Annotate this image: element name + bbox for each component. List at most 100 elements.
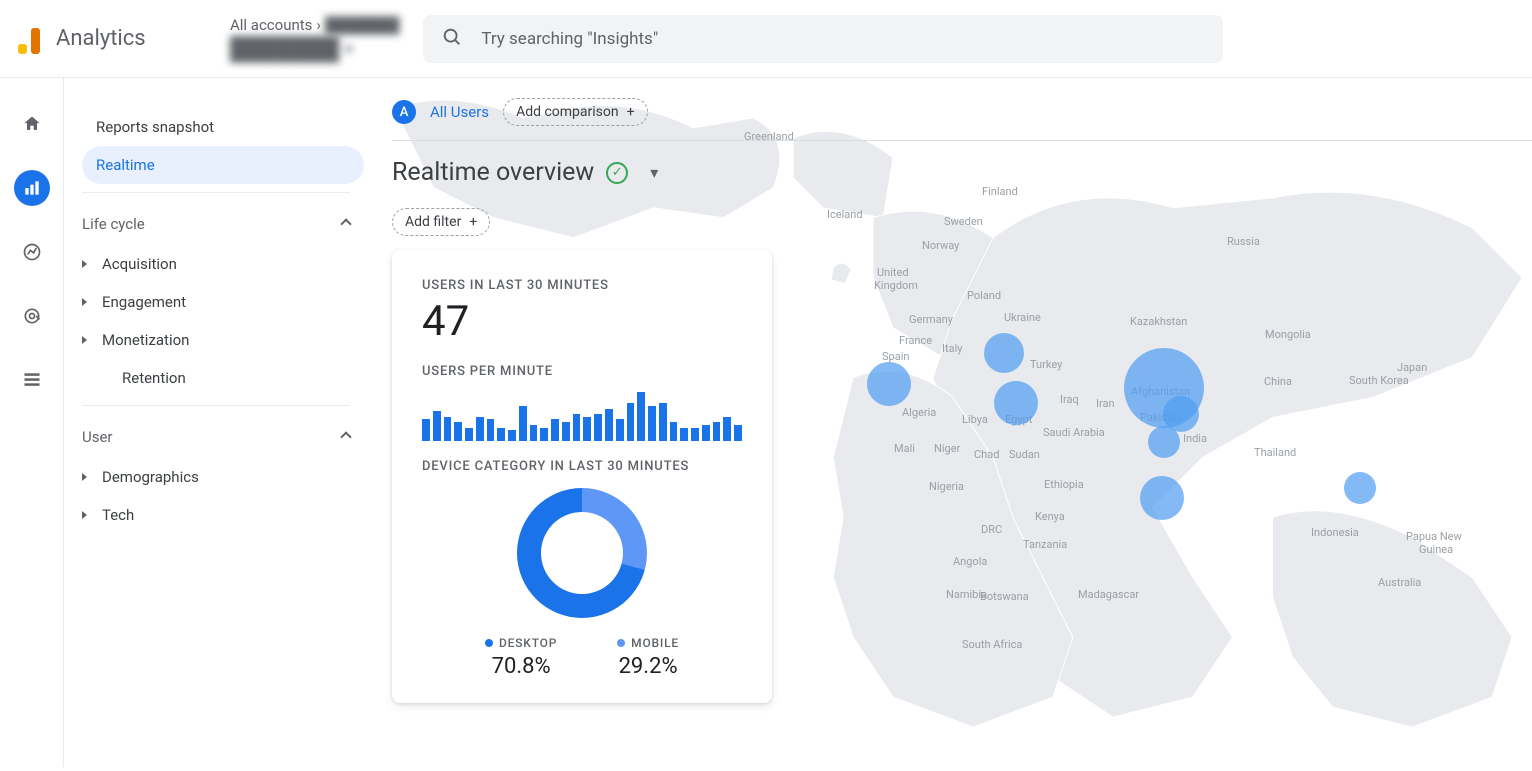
bar [680,428,688,442]
caret-right-icon [82,298,90,306]
bar [594,414,602,441]
rail-home-icon[interactable] [14,106,50,142]
breadcrumb[interactable]: All accounts › ███████ ███████ ▾ [230,16,399,62]
bar [508,430,516,441]
add-filter-button[interactable]: Add filter + [392,208,490,236]
map-country-label: Ukraine [1004,311,1041,324]
nav-retention[interactable]: Retention [82,359,364,397]
logo-section[interactable]: Analytics [16,24,206,54]
breadcrumb-property-blurred: ███████ [230,36,339,62]
bar [476,417,484,441]
nav-section-label: Life cycle [82,215,145,233]
bar [444,417,452,441]
add-comparison-button[interactable]: Add comparison + [503,98,648,126]
map-activity-bubble[interactable] [984,333,1024,373]
bar [454,422,462,441]
title-dropdown-button[interactable]: ▾ [640,159,668,186]
segment-all-users[interactable]: All Users [430,103,489,121]
bar [583,417,591,441]
breadcrumb-all-accounts: All accounts [230,16,312,34]
side-nav: Reports snapshot Realtime Life cycle Acq… [64,78,374,767]
map-country-label: Chad [974,448,999,461]
bar [637,392,645,441]
bar [487,419,495,441]
rail-explore-icon[interactable] [14,234,50,270]
bar [648,406,656,441]
bar [723,417,731,441]
legend-desktop: DESKTOP 70.8% [485,636,557,679]
page-title: Realtime overview [392,158,594,187]
map-country-label: Niger [934,442,960,455]
map-activity-bubble[interactable] [1140,476,1184,520]
status-ok-icon[interactable]: ✓ [606,162,628,184]
bar [691,428,699,442]
bar [422,419,430,441]
chevron-right-icon: › [316,16,321,34]
bar [702,425,710,441]
map-country-label: Germany [909,313,953,326]
nav-section-lifecycle[interactable]: Life cycle [82,205,364,245]
caret-right-icon [82,473,90,481]
map-country-label: Ethiopia [1044,478,1084,491]
map-country-label: Norway [922,239,959,252]
bar [540,428,548,442]
nav-engagement[interactable]: Engagement [82,283,364,321]
map-activity-bubble[interactable] [1148,426,1180,458]
map-country-label: Sudan [1009,448,1040,461]
map-country-label: Nigeria [929,480,964,493]
nav-tech[interactable]: Tech [82,496,364,534]
chevron-up-icon [340,218,351,229]
breadcrumb-account-blurred: ███████ [325,16,399,34]
nav-reports-snapshot[interactable]: Reports snapshot [82,108,364,146]
content-area: GreenlandIcelandNorwayFinlandSwedenUnite… [374,78,1532,767]
rail-advertising-icon[interactable] [14,298,50,334]
bar [562,422,570,441]
map-country-label: France [899,334,932,347]
map-country-label: Kazakhstan [1130,315,1187,328]
bar [605,409,613,441]
nav-separator [82,405,350,406]
map-activity-bubble[interactable] [1344,472,1376,504]
bar [573,414,581,441]
map-country-label: Mongolia [1265,328,1311,341]
map-country-label: Italy [942,342,962,355]
bar [465,428,473,442]
rail-configure-icon[interactable] [14,362,50,398]
card-label-users-30min: USERS IN LAST 30 MINUTES [422,278,742,293]
legend-mobile-value: 29.2% [617,654,679,679]
map-country-label: DRC [981,523,1002,536]
map-country-label: Japan [1397,361,1427,374]
device-donut-chart [422,488,742,618]
legend-mobile: MOBILE 29.2% [617,636,679,679]
rail-reports-icon[interactable] [14,170,50,206]
nav-demographics[interactable]: Demographics [82,458,364,496]
left-rail [0,78,64,767]
users-per-minute-chart [422,387,742,441]
nav-acquisition[interactable]: Acquisition [82,245,364,283]
map-country-label: Spain [882,350,909,363]
legend-dot-icon [485,639,493,647]
search-input[interactable] [481,29,1205,49]
bar [519,406,527,441]
map-country-label: Botswana [980,590,1029,603]
bar [670,422,678,441]
map-country-label: Russia [1227,235,1260,248]
map-activity-bubble[interactable] [994,381,1038,425]
nav-monetization[interactable]: Monetization [82,321,364,359]
comparison-header: A All Users Add comparison + [392,98,648,126]
map-country-label: Papua New [1406,530,1462,543]
device-legend: DESKTOP 70.8% MOBILE 29.2% [422,636,742,679]
map-activity-bubble[interactable] [867,362,911,406]
nav-section-label: User [82,428,113,446]
legend-desktop-value: 70.8% [485,654,557,679]
app-title: Analytics [56,26,146,51]
map-country-label: South Africa [962,638,1022,651]
realtime-card: USERS IN LAST 30 MINUTES 47 USERS PER MI… [392,250,772,703]
caret-right-icon [82,511,90,519]
bar [497,428,505,442]
nav-section-user[interactable]: User [82,418,364,458]
nav-realtime[interactable]: Realtime [82,146,364,184]
analytics-logo-icon [16,24,46,54]
search-bar[interactable] [423,15,1223,63]
map-country-label: South Korea [1349,374,1409,387]
